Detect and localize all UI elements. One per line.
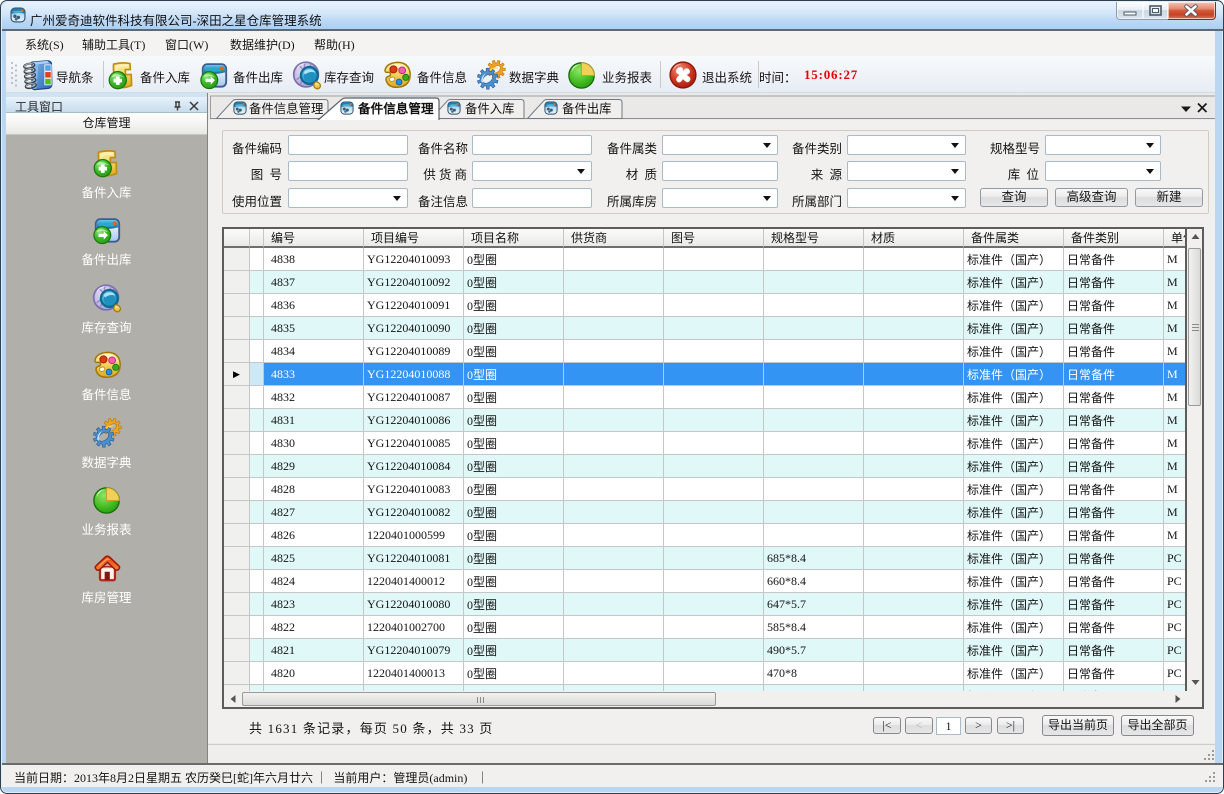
svg-text:备件出库: 备件出库 (562, 101, 612, 116)
svg-text:备件入库: 备件入库 (465, 101, 515, 116)
svg-text:备件信息管理: 备件信息管理 (357, 101, 434, 116)
svg-text:备件信息管理: 备件信息管理 (249, 101, 323, 116)
